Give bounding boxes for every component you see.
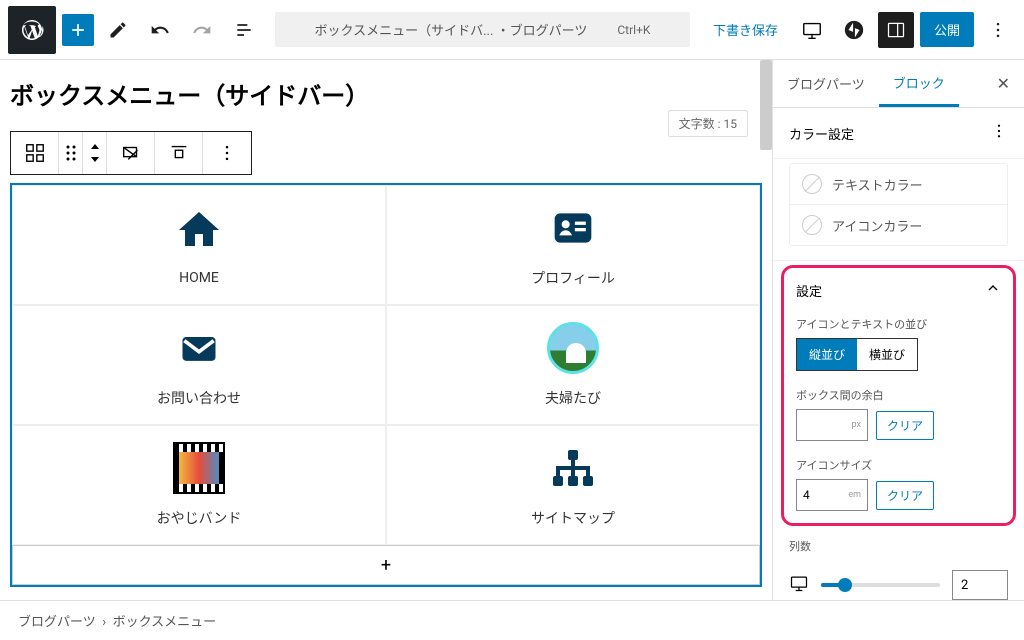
preview-desktop-icon[interactable]	[794, 12, 830, 48]
edit-icon[interactable]	[100, 12, 136, 48]
home-icon	[173, 204, 225, 256]
drag-handle-icon[interactable]	[59, 132, 83, 174]
sitemap-icon	[547, 442, 599, 494]
mail-icon	[173, 322, 225, 374]
box-item-sitemap[interactable]: サイトマップ	[386, 425, 760, 545]
clear-gap-button[interactable]: クリア	[876, 411, 934, 440]
save-draft-button[interactable]: 下書き保存	[703, 20, 788, 39]
color-swatch-icon	[802, 215, 822, 235]
box-item-home[interactable]: HOME	[12, 185, 386, 305]
close-sidebar-icon[interactable]: ✕	[983, 74, 1024, 93]
style-icon[interactable]	[107, 132, 155, 174]
editor-scrollbar[interactable]	[760, 60, 772, 150]
desktop-icon	[789, 573, 809, 597]
film-icon	[173, 442, 225, 494]
redo-icon[interactable]	[184, 12, 220, 48]
icon-color-row[interactable]: アイコンカラー	[790, 205, 1007, 245]
color-swatch-icon	[802, 174, 822, 194]
box-label: HOME	[179, 270, 219, 286]
profile-icon	[547, 202, 599, 254]
shortcut-hint: Ctrl+K	[617, 23, 650, 37]
box-item-contact[interactable]: お問い合わせ	[12, 305, 386, 425]
toggle-vertical[interactable]: 縦並び	[797, 339, 857, 370]
box-label: プロフィール	[531, 268, 615, 288]
box-item-band[interactable]: おやじバンド	[12, 425, 386, 545]
columns-label: 列数	[789, 538, 1008, 554]
icon-size-input[interactable]: 4em	[796, 479, 868, 511]
tab-block[interactable]: ブロック	[879, 60, 959, 107]
toggle-horizontal[interactable]: 横並び	[857, 339, 917, 370]
gap-input[interactable]: px	[796, 409, 868, 441]
columns-slider[interactable]	[821, 583, 940, 587]
more-icon[interactable]	[990, 122, 1008, 144]
wordpress-logo[interactable]	[8, 6, 56, 54]
box-menu-block[interactable]: HOME プロフィール お問い合わせ 夫婦たび おやじバンド	[10, 183, 762, 587]
tab-blog-parts[interactable]: ブログパーツ	[773, 60, 879, 107]
icon-size-label: アイコンサイズ	[796, 457, 1001, 473]
box-label: お問い合わせ	[157, 388, 241, 408]
columns-desktop-input[interactable]: 2	[952, 570, 1008, 600]
more-toolbar-icon[interactable]	[203, 132, 251, 174]
publish-button[interactable]: 公開	[920, 12, 974, 47]
clear-icon-size-button[interactable]: クリア	[876, 481, 934, 510]
document-title: ボックスメニュー（サイドバ... ・ブログパーツ	[315, 20, 588, 39]
page-title[interactable]: ボックスメニュー（サイドバー）	[10, 76, 762, 111]
breadcrumb-current[interactable]: ボックスメニュー	[113, 615, 217, 630]
document-title-bar[interactable]: ボックスメニュー（サイドバ... ・ブログパーツ Ctrl+K	[275, 12, 691, 47]
list-view-icon[interactable]	[226, 12, 262, 48]
alignment-label: アイコンとテキストの並び	[796, 316, 1001, 332]
settings-section-title: 設定	[796, 281, 822, 300]
breadcrumb-parent[interactable]: ブログパーツ	[18, 615, 96, 630]
box-label: おやじバンド	[157, 508, 242, 528]
more-options-icon[interactable]	[980, 12, 1016, 48]
jetpack-icon[interactable]	[836, 12, 872, 48]
editor-canvas: ボックスメニュー（サイドバー） 文字数 : 15 HOME プロフィール	[0, 60, 772, 620]
add-block-button[interactable]	[62, 14, 94, 46]
color-section-title: カラー設定	[789, 124, 854, 143]
undo-icon[interactable]	[142, 12, 178, 48]
box-label: 夫婦たび	[545, 388, 601, 408]
top-toolbar: ボックスメニュー（サイドバ... ・ブログパーツ Ctrl+K 下書き保存 公開	[0, 0, 1024, 60]
box-item-profile[interactable]: プロフィール	[386, 185, 760, 305]
settings-sidebar-toggle[interactable]	[878, 12, 914, 48]
box-item-travel[interactable]: 夫婦たび	[386, 305, 760, 425]
photo-icon	[547, 322, 599, 374]
add-box-button[interactable]: +	[12, 545, 760, 585]
block-type-icon[interactable]	[11, 132, 59, 174]
block-toolbar	[10, 131, 252, 175]
character-count: 文字数 : 15	[668, 110, 748, 137]
gap-label: ボックス間の余白	[796, 387, 1001, 403]
breadcrumb: ブログパーツ › ボックスメニュー	[0, 600, 1024, 640]
text-color-row[interactable]: テキストカラー	[790, 164, 1007, 205]
align-icon[interactable]	[155, 132, 203, 174]
alignment-toggle: 縦並び 横並び	[796, 338, 918, 371]
settings-sidebar: ブログパーツ ブロック ✕ カラー設定 テキストカラー アイコンカラー 設定 ア…	[772, 60, 1024, 620]
settings-highlight: 設定 アイコンとテキストの並び 縦並び 横並び ボックス間の余白 px クリア …	[781, 265, 1016, 526]
chevron-up-icon[interactable]	[985, 280, 1001, 300]
move-arrows-icon[interactable]	[83, 132, 107, 174]
sidebar-tabs: ブログパーツ ブロック ✕	[773, 60, 1024, 108]
box-label: サイトマップ	[531, 508, 615, 528]
